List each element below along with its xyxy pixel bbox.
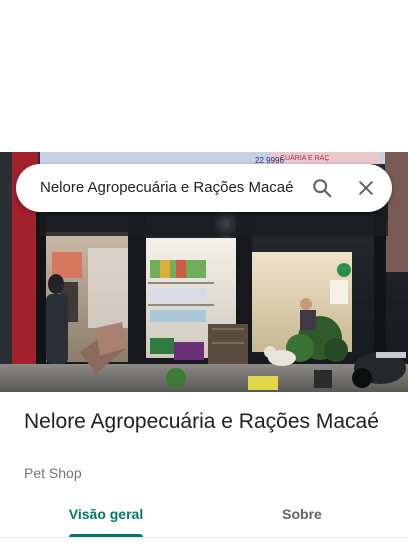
tabs-divider: [0, 537, 408, 538]
search-bar[interactable]: Nelore Agropecuária e Rações Macaé: [16, 164, 392, 212]
place-tabs: Visão geral Sobre: [0, 496, 408, 544]
place-title: Nelore Agropecuária e Rações Macaé: [24, 410, 379, 433]
map-blank-area: [0, 0, 408, 152]
tab-about[interactable]: Sobre: [246, 496, 358, 532]
svg-text:CUÁRIA E RAÇ: CUÁRIA E RAÇ: [280, 153, 329, 162]
search-input[interactable]: Nelore Agropecuária e Rações Macaé: [40, 164, 302, 212]
close-icon: [359, 181, 373, 195]
close-button[interactable]: [346, 168, 386, 208]
search-button[interactable]: [302, 168, 342, 208]
place-category[interactable]: Pet Shop: [24, 465, 82, 481]
search-icon: [313, 179, 332, 198]
tab-overview[interactable]: Visão geral: [50, 496, 162, 532]
